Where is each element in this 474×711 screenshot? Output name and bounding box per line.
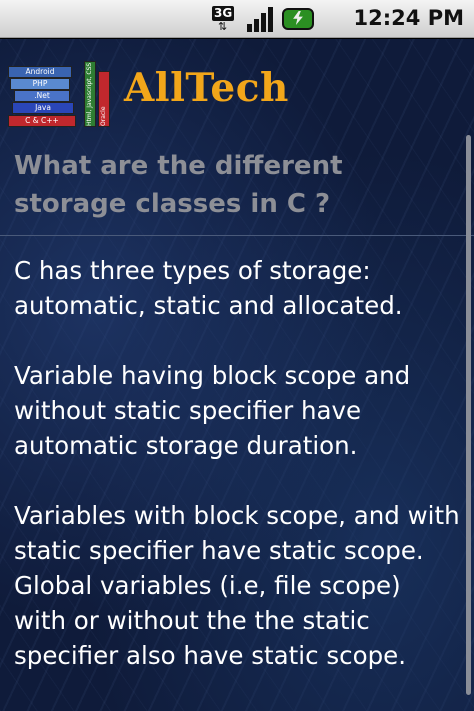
question-heading: What are the different storage classes i… bbox=[14, 151, 343, 219]
app-title: AllTech bbox=[124, 65, 289, 111]
status-bar: 3G ⇅ 12:24 PM bbox=[0, 0, 474, 38]
answer-paragraph: Variable having block scope and without … bbox=[14, 361, 411, 460]
logo-book-vertical: Oracle bbox=[98, 71, 110, 127]
answer-paragraph: Variables with block scope, and with sta… bbox=[14, 501, 460, 670]
answer-text: C has three types of storage: automatic,… bbox=[14, 253, 460, 708]
logo-book: Java bbox=[12, 102, 74, 114]
signal-icon bbox=[246, 6, 276, 32]
battery-charging-icon bbox=[282, 8, 314, 30]
logo-book: .Net bbox=[14, 90, 70, 102]
status-icons: 3G ⇅ bbox=[212, 4, 314, 34]
app-header: C & C++ Java .Net PHP Android Html, Java… bbox=[0, 39, 474, 131]
clock: 12:24 PM bbox=[353, 6, 464, 30]
app-content[interactable]: C & C++ Java .Net PHP Android Html, Java… bbox=[0, 39, 474, 711]
logo-book: PHP bbox=[10, 78, 70, 90]
3g-icon: 3G ⇅ bbox=[212, 4, 240, 34]
network-type-label: 3G bbox=[212, 6, 235, 21]
logo-book-vertical: Html, Javascript, CSS bbox=[84, 61, 96, 127]
divider bbox=[0, 235, 474, 236]
books-logo-icon: C & C++ Java .Net PHP Android Html, Java… bbox=[8, 47, 118, 129]
answer-paragraph: C has three types of storage: automatic,… bbox=[14, 256, 403, 320]
scrollbar[interactable] bbox=[466, 135, 471, 695]
logo-book: Android bbox=[8, 66, 72, 78]
logo-book: C & C++ bbox=[8, 115, 76, 127]
data-arrows-icon: ⇅ bbox=[218, 20, 227, 33]
